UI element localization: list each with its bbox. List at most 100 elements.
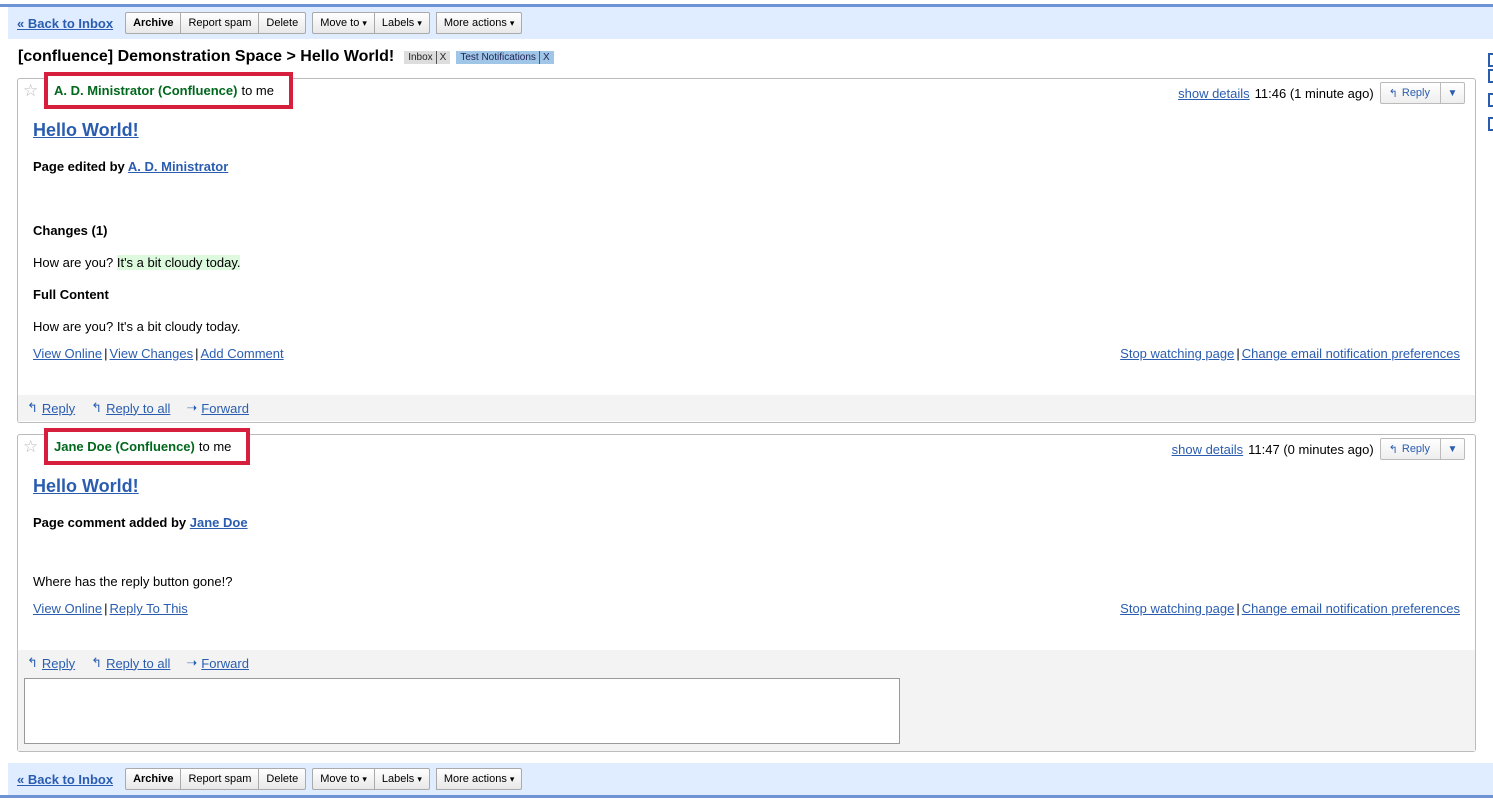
- labels-button[interactable]: Labels ▾: [374, 768, 430, 790]
- footer-reply-all-action[interactable]: ↰ Reply to all: [91, 655, 170, 671]
- message-time: 11:47 (0 minutes ago): [1248, 441, 1374, 457]
- reply-split-button: ↰ Reply ▼: [1379, 82, 1465, 104]
- add-comment-link[interactable]: Add Comment: [201, 346, 284, 361]
- footer-reply-action[interactable]: ↰ Reply: [27, 655, 75, 671]
- sidebar-widget-edge[interactable]: [1488, 117, 1493, 131]
- reply-split-button: ↰ Reply ▼: [1379, 438, 1465, 460]
- more-actions-label: More actions: [443, 17, 507, 29]
- show-details-link[interactable]: show details: [1172, 442, 1244, 457]
- reply-all-icon: ↰: [91, 655, 103, 670]
- changes-heading: Changes (1): [33, 223, 108, 238]
- chevron-down-icon: ▾: [362, 18, 367, 28]
- labels-button[interactable]: Labels ▾: [374, 12, 430, 34]
- notification-links: Stop watching page | Change email notifica…: [1120, 346, 1460, 361]
- more-actions-button[interactable]: More actions ▾: [435, 768, 523, 790]
- view-online-link[interactable]: View Online: [33, 346, 102, 361]
- label-chip-test-notifications: Test Notifications X: [456, 50, 554, 64]
- footer-reply-action[interactable]: ↰ Reply: [27, 400, 75, 416]
- footer-reply-all-link[interactable]: Reply to all: [106, 656, 170, 671]
- move-to-button[interactable]: Move to ▾: [312, 12, 375, 34]
- remove-label-button[interactable]: X: [538, 50, 550, 64]
- archive-button[interactable]: Archive: [125, 768, 182, 790]
- recipient-text: to me: [198, 439, 232, 454]
- chevron-down-icon: ▾: [417, 774, 422, 784]
- reply-button[interactable]: ↰ Reply: [1381, 83, 1440, 103]
- page-title-link[interactable]: Hello World!: [33, 120, 139, 141]
- report-spam-button[interactable]: Report spam: [181, 12, 260, 34]
- stop-watching-link[interactable]: Stop watching page: [1120, 346, 1234, 361]
- notification-links: Stop watching page | Change email notifica…: [1120, 601, 1460, 616]
- top-toolbar: « Back to Inbox Archive Report spam Dele…: [8, 7, 1493, 39]
- reply-icon: ↰: [1388, 87, 1398, 100]
- move-label-group: Move to ▾ Labels ▾: [312, 12, 430, 34]
- view-online-link[interactable]: View Online: [33, 601, 102, 616]
- more-actions-group: More actions ▾: [435, 12, 523, 34]
- email-preferences-link[interactable]: Change email notification preferences: [1242, 346, 1460, 361]
- more-actions-button[interactable]: More actions ▾: [435, 12, 523, 34]
- footer-forward-action[interactable]: ➝ Forward: [186, 400, 249, 416]
- changes-text: How are you? It's a bit cloudy today.: [33, 255, 241, 270]
- footer-reply-all-action[interactable]: ↰ Reply to all: [91, 400, 170, 416]
- reply-options-dropdown[interactable]: ▼: [1440, 83, 1464, 103]
- archive-button[interactable]: Archive: [125, 12, 182, 34]
- recipient-text: to me: [241, 83, 274, 98]
- footer-reply-link[interactable]: Reply: [42, 401, 75, 416]
- full-content-text: How are you? It's a bit cloudy today.: [33, 319, 241, 334]
- sidebar-widget-edge[interactable]: [1488, 69, 1493, 83]
- commenter-link[interactable]: Jane Doe: [190, 515, 248, 530]
- sender-name[interactable]: Jane Doe (Confluence): [54, 439, 195, 454]
- view-changes-link[interactable]: View Changes: [110, 346, 194, 361]
- footer-reply-all-link[interactable]: Reply to all: [106, 401, 170, 416]
- thread-header: [confluence] Demonstration Space > Hello…: [18, 48, 554, 66]
- reply-icon: ↰: [27, 400, 38, 415]
- reply-icon: ↰: [1388, 443, 1398, 456]
- footer-forward-link[interactable]: Forward: [201, 401, 249, 416]
- comment-by-line: Page comment added by Jane Doe: [33, 515, 248, 530]
- label-name: Test Notifications: [460, 51, 536, 63]
- reply-options-dropdown[interactable]: ▼: [1440, 439, 1464, 459]
- stop-watching-link[interactable]: Stop watching page: [1120, 601, 1234, 616]
- reply-button[interactable]: ↰ Reply: [1381, 439, 1440, 459]
- delete-button[interactable]: Delete: [259, 12, 307, 34]
- labels-label: Labels: [381, 773, 415, 785]
- page-title-link[interactable]: Hello World!: [33, 476, 139, 497]
- star-icon[interactable]: ☆: [23, 437, 38, 457]
- back-to-inbox-link[interactable]: « Back to Inbox: [17, 16, 113, 31]
- label-name: Inbox: [408, 51, 433, 63]
- sender-name[interactable]: A. D. Ministrator (Confluence): [54, 83, 237, 98]
- message-card: ☆ A. D. Ministrator (Confluence) to me s…: [17, 72, 1476, 423]
- chevron-down-icon: ▾: [362, 774, 367, 784]
- move-label-group: Move to ▾ Labels ▾: [312, 768, 430, 790]
- email-preferences-link[interactable]: Change email notification preferences: [1242, 601, 1460, 616]
- remove-label-button[interactable]: X: [435, 50, 446, 64]
- editor-link[interactable]: A. D. Ministrator: [128, 159, 228, 174]
- sidebar-widget-edge[interactable]: [1488, 53, 1493, 67]
- more-actions-group: More actions ▾: [435, 768, 523, 790]
- delete-button[interactable]: Delete: [259, 768, 307, 790]
- message-footer-actions: ↰ Reply ↰ Reply to all ➝ Forward: [18, 395, 1475, 421]
- changes-unchanged-text: How are you?: [33, 255, 114, 270]
- footer-forward-action[interactable]: ➝ Forward: [186, 655, 249, 671]
- bottom-toolbar: « Back to Inbox Archive Report spam Dele…: [8, 763, 1493, 795]
- window-bottom-border: [0, 795, 1493, 798]
- back-to-inbox-link[interactable]: « Back to Inbox: [17, 772, 113, 787]
- quick-reply-textarea[interactable]: [24, 678, 900, 744]
- move-to-button[interactable]: Move to ▾: [312, 768, 375, 790]
- star-icon[interactable]: ☆: [23, 81, 38, 101]
- message-header-right: show details 11:46 (1 minute ago) ↰ Reply…: [1178, 82, 1465, 104]
- sender-highlight-box: A. D. Ministrator (Confluence) to me: [44, 72, 293, 109]
- footer-reply-link[interactable]: Reply: [42, 656, 75, 671]
- message-card: ☆ Jane Doe (Confluence) to me show detai…: [17, 428, 1476, 752]
- show-details-link[interactable]: show details: [1178, 86, 1250, 101]
- footer-forward-link[interactable]: Forward: [201, 656, 249, 671]
- move-to-label: Move to: [320, 17, 360, 29]
- move-to-label: Move to: [320, 773, 360, 785]
- report-spam-button[interactable]: Report spam: [181, 768, 260, 790]
- reply-to-this-link[interactable]: Reply To This: [110, 601, 188, 616]
- action-button-group: Archive Report spam Delete: [125, 12, 307, 34]
- sender-highlight-box: Jane Doe (Confluence) to me: [44, 428, 251, 465]
- labels-label: Labels: [381, 17, 415, 29]
- chevron-down-icon: ▾: [509, 774, 515, 784]
- sidebar-widget-edge[interactable]: [1488, 93, 1493, 107]
- reply-label: Reply: [1401, 87, 1430, 99]
